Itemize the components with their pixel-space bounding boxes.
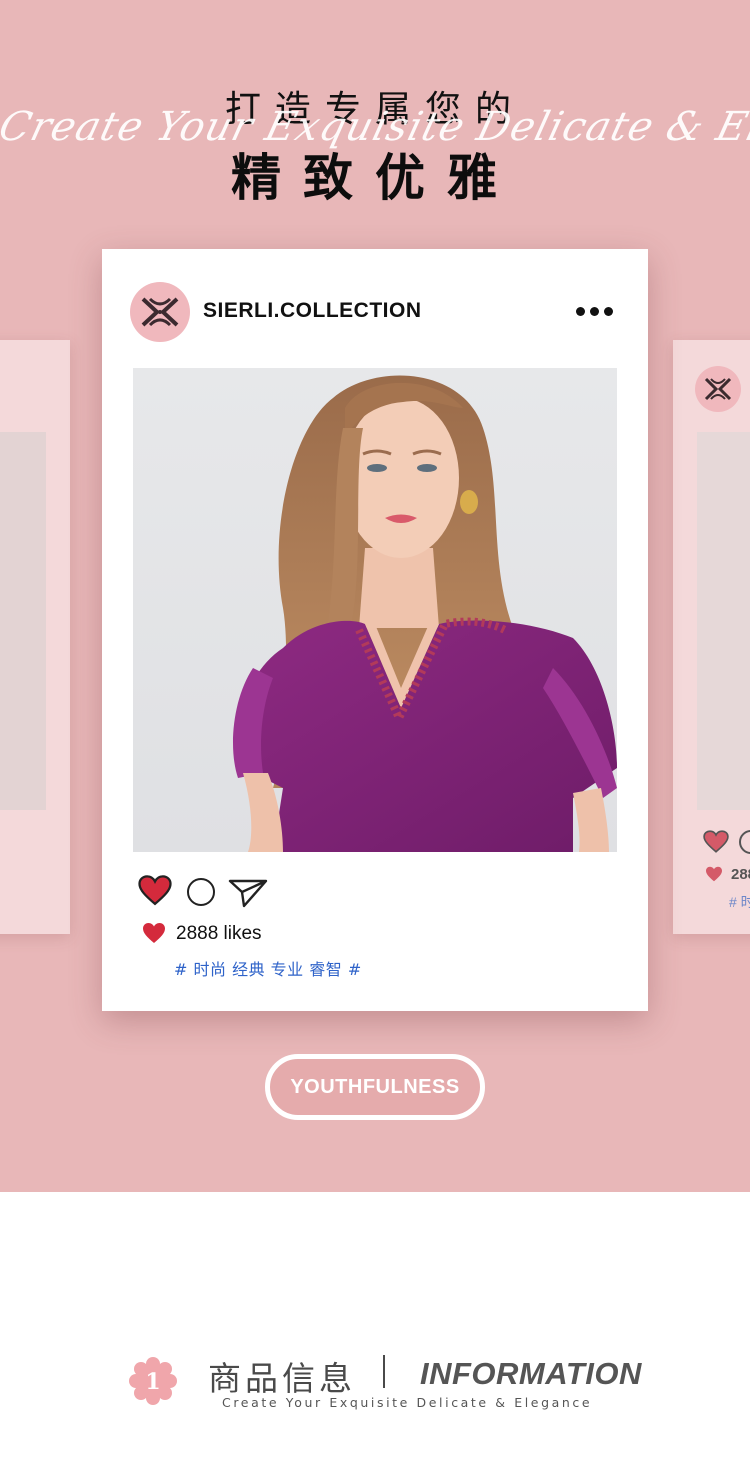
side-card-image	[0, 432, 46, 810]
likes-count[interactable]: 2888 likes	[176, 923, 262, 945]
headline-main: 精致优雅	[231, 149, 519, 207]
title-separator	[383, 1355, 385, 1388]
brand-logo-icon	[141, 297, 179, 327]
post-photo[interactable]	[133, 368, 617, 852]
section-subtitle: Create Your Exquisite Delicate & Eleganc…	[222, 1395, 593, 1410]
more-horizontal-icon[interactable]	[574, 305, 616, 319]
section-title-en: INFORMATION	[420, 1356, 642, 1391]
comment-icon	[739, 830, 750, 854]
likes-heart-icon	[143, 923, 165, 943]
youthfulness-badge: YOUTHFULNESS	[265, 1054, 485, 1120]
side-card-left	[0, 340, 70, 934]
comment-icon[interactable]	[187, 878, 215, 906]
side-card-right[interactable]: 288 # 时	[673, 340, 750, 934]
heart-icon[interactable]	[138, 875, 172, 906]
section-title-cn: 商品信息	[208, 1359, 356, 1398]
post-card: SIERLI.COLLECTION 2888 likes # 时尚 经典 专业 …	[102, 249, 648, 1011]
flower-number-badge: 1	[129, 1357, 177, 1405]
post-username[interactable]: SIERLI.COLLECTION	[203, 299, 422, 323]
send-icon[interactable]	[228, 877, 268, 909]
brand-logo-avatar[interactable]	[130, 282, 190, 342]
model-illustration	[233, 375, 617, 852]
heart-icon	[703, 830, 729, 853]
youthfulness-label: YOUTHFULNESS	[290, 1076, 460, 1098]
mini-heart-icon	[706, 866, 722, 882]
hero-section: 打造专属您的 Create Your Exquisite Delicate & …	[0, 0, 750, 1192]
hashtag-partial: # 时	[729, 894, 750, 910]
brand-logo-icon	[695, 366, 741, 412]
post-hashtags[interactable]: # 时尚 经典 专业 睿智 #	[174, 956, 362, 980]
likes-count-partial: 288	[731, 866, 750, 883]
side-card-image	[697, 432, 750, 810]
badge-number: 1	[145, 1369, 160, 1395]
